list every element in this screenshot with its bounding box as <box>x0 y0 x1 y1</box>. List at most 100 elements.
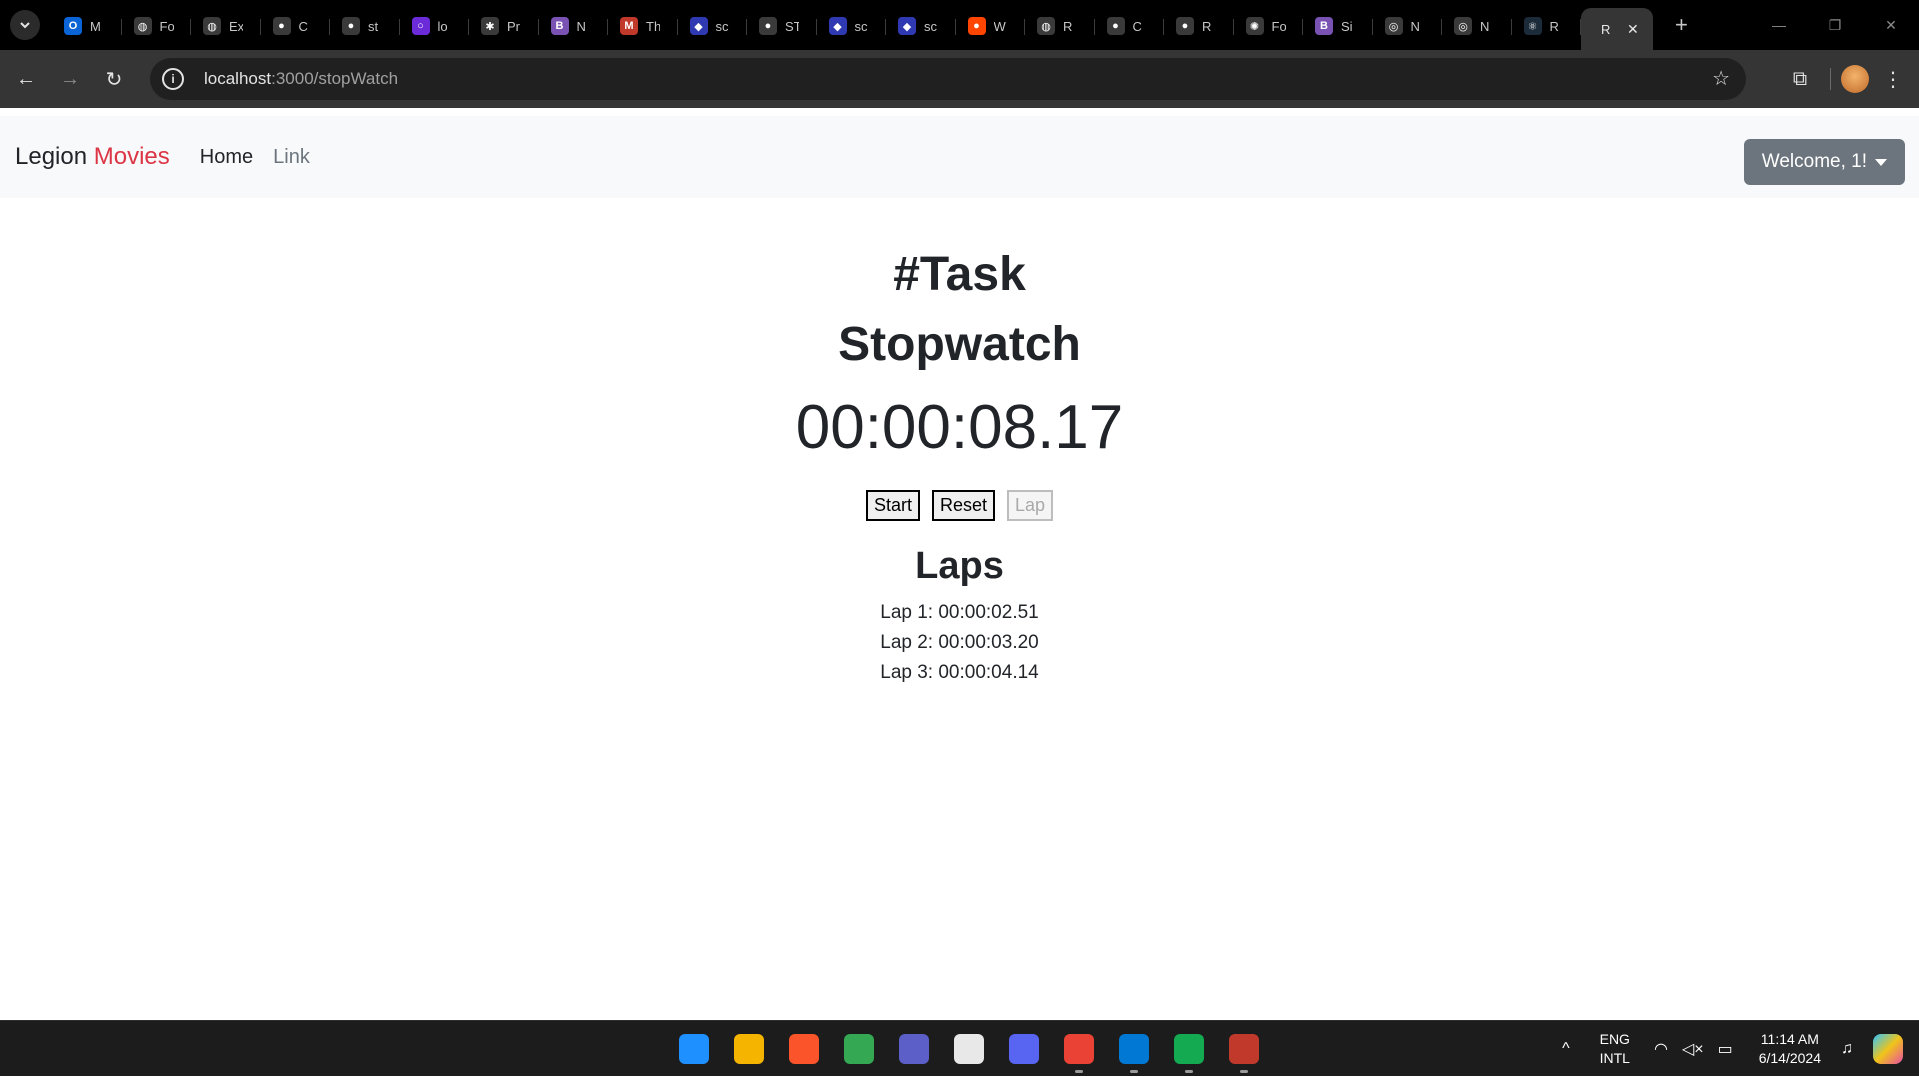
browser-tab[interactable]: ● st <box>330 7 400 45</box>
brand-link[interactable]: Legion Movies <box>15 143 170 171</box>
lap-item: Lap 3: 00:00:04.14 <box>880 661 1039 683</box>
tab-title: Si <box>1341 18 1353 34</box>
browser-tab[interactable]: ◍ Ex <box>191 7 261 45</box>
nav-link-home[interactable]: Home <box>200 146 253 169</box>
minimize-icon[interactable]: ― <box>1751 0 1807 50</box>
windows-taskbar: ^ ENG INTL ◠ ◁× ▭ 11:14 AM 6/14/2024 ♫ <box>0 1020 1919 1076</box>
bookmark-star-icon[interactable]: ☆ <box>1712 66 1730 91</box>
teams-icon <box>898 1034 929 1064</box>
language-code: ENG <box>1599 1031 1630 1047</box>
nav-link-link[interactable]: Link <box>273 146 310 169</box>
language-indicator[interactable]: ENG INTL <box>1600 1030 1630 1068</box>
taskbar-app[interactable] <box>831 1021 886 1077</box>
taskbar-app[interactable] <box>941 1021 996 1077</box>
browser-tab[interactable]: ◍ Fo <box>122 7 192 45</box>
outlook-icon: O <box>64 17 82 35</box>
tab-search-button[interactable] <box>10 10 40 40</box>
browser-tab[interactable]: ◎ N <box>1442 7 1512 45</box>
tab-title: Pr <box>507 18 520 34</box>
notification-bell-icon[interactable]: ♫ <box>1841 1040 1853 1058</box>
start-button[interactable]: Start <box>865 489 920 521</box>
bootstrap-icon: B <box>550 17 569 35</box>
speaker-muted-icon[interactable]: ◁× <box>1682 1039 1704 1059</box>
close-window-icon[interactable]: ✕ <box>1863 0 1919 50</box>
browser-tab[interactable]: ○ lo <box>400 7 470 45</box>
chevron-up-icon[interactable]: ^ <box>1562 1040 1570 1058</box>
reload-button[interactable]: ↻ <box>96 61 132 97</box>
browser-tab[interactable]: OM <box>52 7 122 45</box>
clock-date: 6/14/2024 <box>1758 1050 1821 1066</box>
file-explorer-icon <box>733 1034 764 1064</box>
chevron-down-icon <box>20 22 30 29</box>
running-indicator <box>1239 1070 1248 1073</box>
snipping-tool-icon <box>1228 1034 1259 1064</box>
stopwatch-container: #Task Stopwatch 00:00:08.17 Start Reset … <box>0 198 1919 688</box>
taskbar-app[interactable] <box>721 1021 776 1077</box>
browser-tab[interactable]: M Th <box>608 7 678 45</box>
discord-icon <box>1008 1034 1039 1064</box>
copilot-icon[interactable] <box>1873 1034 1903 1064</box>
browser-tab-strip: O M ◍ Fo ◍ Ex ● C ● st ○ lo ✱ Pr B N M Th ◆ sc ● ST ◆ sc ◆ sc ● W ◍ R… <box>0 0 1919 50</box>
reset-button[interactable]: Reset <box>931 489 995 521</box>
browser-tab[interactable]: ◎ N <box>1373 7 1443 45</box>
tab-title: R <box>1202 18 1212 34</box>
taskbar-app[interactable] <box>996 1021 1051 1077</box>
taskbar-app[interactable] <box>1216 1021 1271 1077</box>
chrome-icon <box>843 1034 874 1064</box>
wifi-icon[interactable]: ◠ <box>1654 1039 1668 1059</box>
browser-tab[interactable]: ● ST <box>747 7 817 45</box>
globe-icon: ◍ <box>1037 17 1055 35</box>
site-info-icon[interactable]: i <box>162 68 184 90</box>
user-dropdown-toggle[interactable]: Welcome, 1! <box>1743 139 1905 185</box>
taskbar-app[interactable] <box>666 1021 721 1077</box>
stopwatch-controls: Start Reset Lap <box>0 489 1919 521</box>
vscode-icon <box>1118 1034 1149 1064</box>
restore-icon[interactable]: ❐ <box>1807 0 1863 50</box>
browser-tab[interactable]: ● C <box>1095 7 1165 45</box>
new-tab-button[interactable]: + <box>1675 12 1688 38</box>
browser-tab[interactable]: ◆ sc <box>886 7 956 45</box>
battery-icon[interactable]: ▭ <box>1718 1039 1733 1059</box>
browser-tab[interactable]: B Si <box>1303 7 1373 45</box>
taskbar-app[interactable] <box>776 1021 831 1077</box>
taskbar-app[interactable] <box>1161 1021 1216 1077</box>
running-indicator <box>1184 1070 1193 1073</box>
tab-list: O M ◍ Fo ◍ Ex ● C ● st ○ lo ✱ Pr B N M Th ◆ sc ● ST ◆ sc ◆ sc ● W ◍ R… <box>52 0 1581 50</box>
browser-tab[interactable]: ✱ Pr <box>469 7 539 45</box>
brand-accent: Movies <box>93 143 170 170</box>
browser-tab[interactable]: ⚛ R <box>1512 7 1582 45</box>
taskbar-app[interactable] <box>886 1021 941 1077</box>
system-tray: ^ ENG INTL ◠ ◁× ▭ 11:14 AM 6/14/2024 ♫ <box>1562 1021 1919 1077</box>
active-tab[interactable]: R ✕ <box>1581 8 1653 50</box>
url-text[interactable]: localhost:3000/stopWatch <box>204 69 398 89</box>
extensions-icon[interactable]: ⧉ <box>1780 68 1820 91</box>
lap-button[interactable]: Lap <box>1007 489 1054 521</box>
taskbar-app[interactable] <box>1051 1021 1106 1077</box>
laps-heading: Laps <box>915 544 1004 587</box>
taskbar-app[interactable] <box>1106 1021 1161 1077</box>
tab-title: N <box>1410 18 1420 34</box>
tab-title: M <box>90 18 101 34</box>
browser-tab[interactable]: ◍ R <box>1025 7 1095 45</box>
menu-kebab-icon[interactable]: ⋮ <box>1883 67 1903 92</box>
bootstrap-icon: B <box>1315 17 1333 35</box>
profile-avatar[interactable] <box>1841 65 1869 93</box>
notepad-icon <box>953 1034 984 1064</box>
browser-tab[interactable]: ● W <box>956 7 1026 45</box>
browser-tab[interactable]: ● R <box>1164 7 1234 45</box>
browser-tab[interactable]: ◆ sc <box>817 7 887 45</box>
forward-button[interactable]: → <box>52 61 88 97</box>
chrome-icon: ◎ <box>1384 17 1403 35</box>
toolbar-actions: ⧉ ⋮ <box>1780 50 1919 108</box>
elapsed-time-display: 00:00:08.17 <box>795 393 1124 463</box>
browser-tab[interactable]: ✺ Fo <box>1234 7 1304 45</box>
clock[interactable]: 11:14 AM 6/14/2024 <box>1759 1030 1821 1068</box>
back-button[interactable]: ← <box>8 61 44 97</box>
browser-tab[interactable]: ● C <box>261 7 331 45</box>
close-tab-icon[interactable]: ✕ <box>1627 21 1639 38</box>
address-bar[interactable]: i localhost:3000/stopWatch ☆ <box>150 58 1746 100</box>
browser-tab[interactable]: BN <box>539 7 609 45</box>
taskbar-apps <box>666 1021 1271 1077</box>
browser-tab[interactable]: ◆ sc <box>678 7 748 45</box>
mongodb-icon <box>1173 1034 1204 1064</box>
